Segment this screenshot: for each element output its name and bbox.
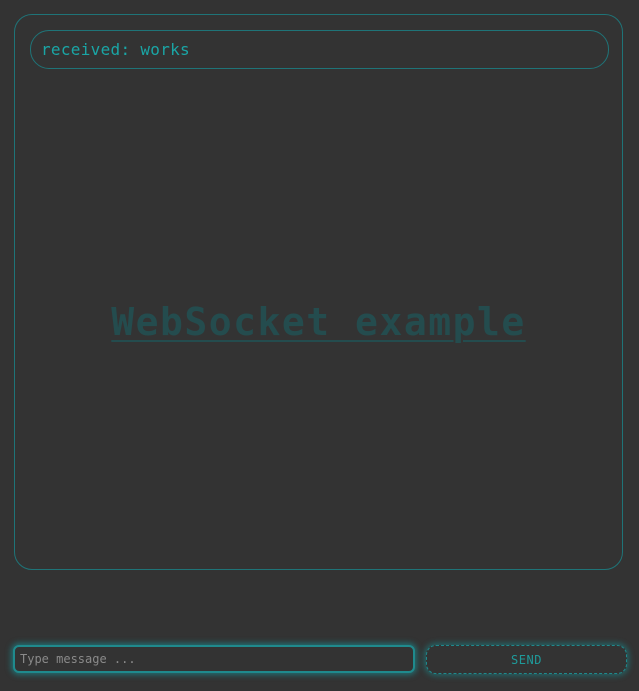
- websocket-page: received: works WebSocket example SEND: [0, 0, 639, 691]
- page-title: WebSocket example: [111, 300, 526, 344]
- messages-panel: received: works WebSocket example: [14, 14, 623, 570]
- send-button[interactable]: SEND: [426, 645, 627, 674]
- message-item: received: works: [30, 30, 609, 69]
- message-text: received: works: [41, 40, 190, 59]
- message-input[interactable]: [13, 645, 415, 673]
